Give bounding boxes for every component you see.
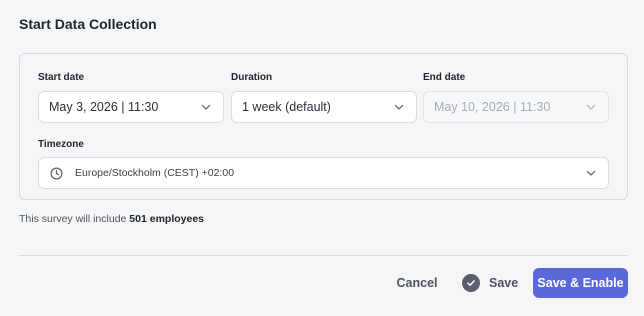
chevron-down-icon xyxy=(199,100,213,114)
timezone-select[interactable]: Europe/Stockholm (CEST) +02:00 xyxy=(38,157,609,189)
duration-label: Duration xyxy=(231,72,273,83)
save-and-enable-button[interactable]: Save & Enable xyxy=(533,268,628,298)
timezone-label: Timezone xyxy=(38,139,84,150)
save-button[interactable]: Save xyxy=(462,268,522,298)
cancel-button[interactable]: Cancel xyxy=(384,268,450,298)
check-circle-icon xyxy=(462,274,480,292)
clock-icon xyxy=(49,166,63,180)
save-label: Save xyxy=(489,276,519,290)
duration-select[interactable]: 1 week (default) xyxy=(231,91,417,123)
end-date-label: End date xyxy=(423,72,466,83)
data-collection-settings-panel: Start date May 3, 2026 | 11:30 Duration … xyxy=(19,53,628,200)
start-date-value: May 3, 2026 | 11:30 xyxy=(49,100,159,114)
divider xyxy=(19,255,628,256)
chevron-down-icon xyxy=(584,100,598,114)
page-title: Start Data Collection xyxy=(19,16,157,32)
chevron-down-icon xyxy=(392,100,406,114)
start-date-select[interactable]: May 3, 2026 | 11:30 xyxy=(38,91,224,123)
duration-value: 1 week (default) xyxy=(242,100,331,114)
survey-summary: This survey will include 501 employees xyxy=(19,213,204,225)
end-date-select: May 10, 2026 | 11:30 xyxy=(423,91,609,123)
end-date-value: May 10, 2026 | 11:30 xyxy=(434,100,551,114)
employee-count: 501 employees xyxy=(129,213,205,225)
timezone-value: Europe/Stockholm (CEST) +02:00 xyxy=(75,167,235,179)
start-date-label: Start date xyxy=(38,72,85,83)
summary-prefix: This survey will include xyxy=(19,213,130,225)
chevron-down-icon xyxy=(584,166,598,180)
